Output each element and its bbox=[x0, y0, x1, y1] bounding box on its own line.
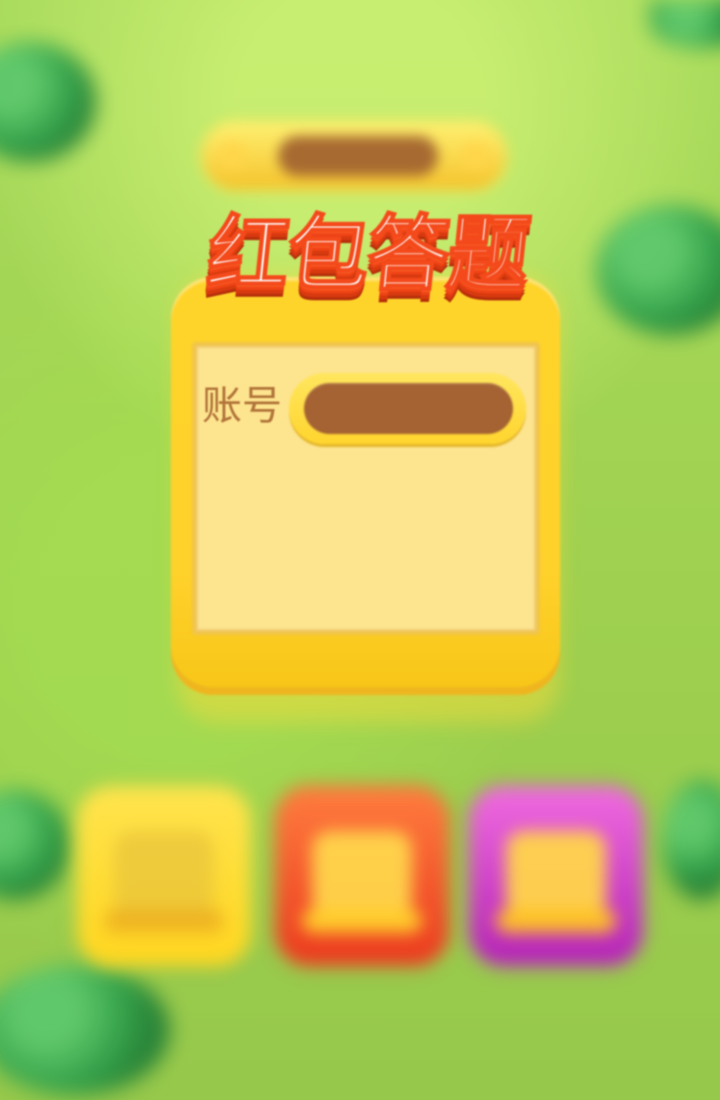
status-right-icon bbox=[460, 141, 490, 171]
dialog-title: 红包答题 bbox=[202, 206, 534, 303]
mode-button-yellow-bar bbox=[104, 909, 224, 933]
top-status-bar bbox=[202, 122, 506, 190]
foliage-left-bottom bbox=[0, 790, 70, 900]
mode-button-red[interactable] bbox=[276, 787, 448, 965]
foliage-right bbox=[596, 205, 720, 335]
mode-button-yellow-icon bbox=[114, 831, 214, 917]
foliage-bottom-left bbox=[0, 965, 170, 1095]
game-screen: 红包答题 账号 bbox=[0, 0, 720, 1100]
mode-button-purple[interactable] bbox=[470, 787, 642, 965]
foliage-top-right bbox=[650, 0, 720, 48]
status-left-icon bbox=[218, 141, 248, 171]
mode-button-purple-bar bbox=[496, 909, 616, 933]
mode-button-red-bar bbox=[302, 909, 422, 933]
account-input[interactable] bbox=[289, 373, 526, 444]
account-label: 账号 bbox=[202, 383, 282, 429]
mode-button-yellow[interactable] bbox=[78, 787, 250, 965]
foliage-bottom-right bbox=[662, 780, 720, 900]
mode-button-red-icon bbox=[312, 831, 412, 917]
account-input-inner bbox=[304, 383, 513, 434]
foliage-top-left bbox=[0, 42, 96, 162]
mode-button-purple-icon bbox=[506, 831, 606, 917]
status-bar-fill bbox=[278, 136, 438, 176]
